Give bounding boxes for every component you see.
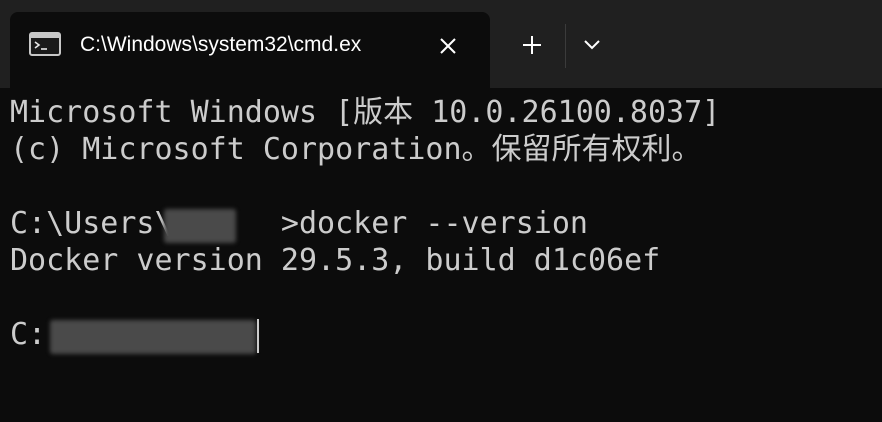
close-icon[interactable] xyxy=(434,32,462,60)
chevron-down-icon[interactable] xyxy=(574,28,610,62)
terminal-line-copyright: (c) Microsoft Corporation。保留所有权利。 xyxy=(10,132,702,167)
tab-cmd[interactable]: C:\Windows\system32\cmd.ex xyxy=(10,12,490,88)
tab-separator xyxy=(565,24,566,68)
terminal-output[interactable]: Microsoft Windows [版本 10.0.26100.8037] (… xyxy=(0,88,882,422)
title-bar: C:\Windows\system32\cmd.ex xyxy=(0,0,882,88)
terminal-line-prompt: C: xyxy=(10,317,47,352)
terminal-window: C:\Windows\system32\cmd.ex Microsoft Win… xyxy=(0,0,882,422)
terminal-line-docker-output: Docker version 29.5.3, build d1c06ef xyxy=(10,243,661,278)
terminal-line-command: C:\Users\ >docker --version xyxy=(10,206,588,241)
plus-icon[interactable] xyxy=(512,28,552,62)
cmd-icon xyxy=(29,32,61,56)
redaction-prompt-path xyxy=(50,320,256,354)
tab-title: C:\Windows\system32\cmd.ex xyxy=(80,33,362,56)
text-cursor xyxy=(257,319,259,353)
redaction-username xyxy=(164,209,236,243)
terminal-line-version: Microsoft Windows [版本 10.0.26100.8037] xyxy=(10,95,721,130)
